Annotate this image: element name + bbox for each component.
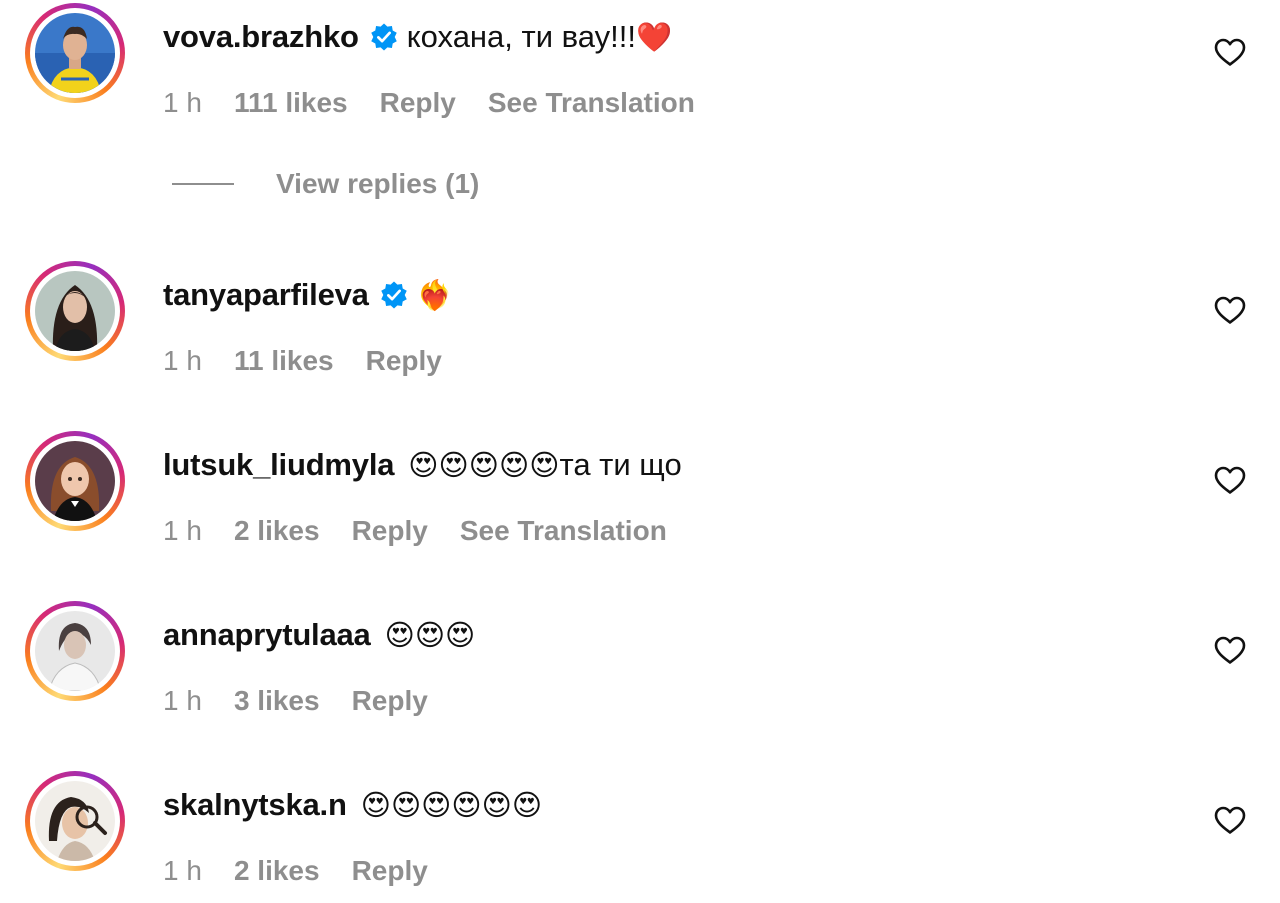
comment-text: кохана, ти вау!!!: [406, 19, 636, 54]
comment-username[interactable]: lutsuk_liudmyla: [163, 445, 394, 485]
like-heart-icon[interactable]: [1213, 37, 1247, 67]
comment-time: 1 h: [163, 855, 202, 886]
comment-username[interactable]: annaprytulaaa: [163, 615, 371, 655]
heart-eyes-emoji: 😍😍😍😍😍😍: [360, 788, 543, 822]
comment-likes[interactable]: 3 likes: [234, 681, 320, 721]
comment-text: та ти що: [559, 447, 682, 482]
comment-time: 1 h: [163, 515, 202, 546]
comment-line: vova.brazhko кохана, ти вау!!! ❤️: [163, 17, 672, 57]
story-ring[interactable]: [25, 3, 125, 103]
comment-meta: 1 h 2 likes Reply: [163, 851, 428, 891]
comment-line: skalnytska.n 😍😍😍😍😍😍: [163, 785, 542, 825]
heart-eyes-emoji: 😍😍😍😍😍: [408, 448, 560, 482]
view-replies-label: View replies (1): [276, 168, 480, 199]
reply-button[interactable]: Reply: [352, 511, 428, 551]
avatar[interactable]: [35, 271, 115, 351]
reply-button[interactable]: Reply: [380, 83, 456, 123]
verified-badge-icon: [370, 23, 397, 51]
comment-line: tanyaparfileva ❤️‍🔥: [163, 275, 453, 315]
comment-likes[interactable]: 11 likes: [234, 341, 334, 381]
comment-likes[interactable]: 111 likes: [234, 83, 348, 123]
comment-meta: 1 h 3 likes Reply: [163, 681, 428, 721]
comment-username[interactable]: tanyaparfileva: [163, 275, 369, 315]
see-translation-button[interactable]: See Translation: [488, 83, 695, 123]
like-heart-icon[interactable]: [1213, 465, 1247, 495]
heart-eyes-emoji: 😍😍😍: [384, 618, 476, 652]
comment-line: annaprytulaaa 😍😍😍: [163, 615, 475, 655]
comment-likes[interactable]: 2 likes: [234, 851, 320, 891]
comment-meta: 1 h 11 likes Reply: [163, 341, 442, 381]
like-heart-icon[interactable]: [1213, 635, 1247, 665]
comment-likes[interactable]: 2 likes: [234, 511, 320, 551]
avatar[interactable]: [35, 13, 115, 93]
story-ring[interactable]: [25, 771, 125, 871]
avatar[interactable]: [35, 441, 115, 521]
see-translation-button[interactable]: See Translation: [460, 511, 667, 551]
red-heart-emoji: ❤️: [636, 20, 673, 54]
heart-on-fire-emoji: ❤️‍🔥: [416, 278, 453, 312]
verified-badge-icon: [380, 281, 407, 309]
avatar[interactable]: [35, 781, 115, 861]
view-replies-button[interactable]: View replies (1): [172, 168, 479, 200]
comment-item: annaprytulaaa 😍😍😍 1 h 3 likes Reply: [0, 601, 1280, 716]
comment-item: lutsuk_liudmyla 😍😍😍😍😍 та ти що 1 h 2 lik…: [0, 431, 1280, 546]
comment-time: 1 h: [163, 87, 202, 118]
reply-button[interactable]: Reply: [352, 851, 428, 891]
comment-item: vova.brazhko кохана, ти вау!!! ❤️ 1 h 11…: [0, 3, 1280, 118]
comment-meta: 1 h 2 likes Reply See Translation: [163, 511, 667, 551]
avatar[interactable]: [35, 611, 115, 691]
story-ring[interactable]: [25, 431, 125, 531]
like-heart-icon[interactable]: [1213, 295, 1247, 325]
comment-username[interactable]: skalnytska.n: [163, 785, 347, 825]
like-heart-icon[interactable]: [1213, 805, 1247, 835]
comment-item: skalnytska.n 😍😍😍😍😍😍 1 h 2 likes Reply: [0, 771, 1280, 886]
comment-username[interactable]: vova.brazhko: [163, 17, 359, 57]
story-ring[interactable]: [25, 601, 125, 701]
comment-time: 1 h: [163, 345, 202, 376]
comment-time: 1 h: [163, 685, 202, 716]
comment-meta: 1 h 111 likes Reply See Translation: [163, 83, 695, 123]
comment-item: tanyaparfileva ❤️‍🔥 1 h 11 likes Reply: [0, 261, 1280, 376]
reply-button[interactable]: Reply: [352, 681, 428, 721]
divider-line: [172, 183, 234, 185]
story-ring[interactable]: [25, 261, 125, 361]
reply-button[interactable]: Reply: [366, 341, 442, 381]
comment-line: lutsuk_liudmyla 😍😍😍😍😍 та ти що: [163, 445, 682, 485]
